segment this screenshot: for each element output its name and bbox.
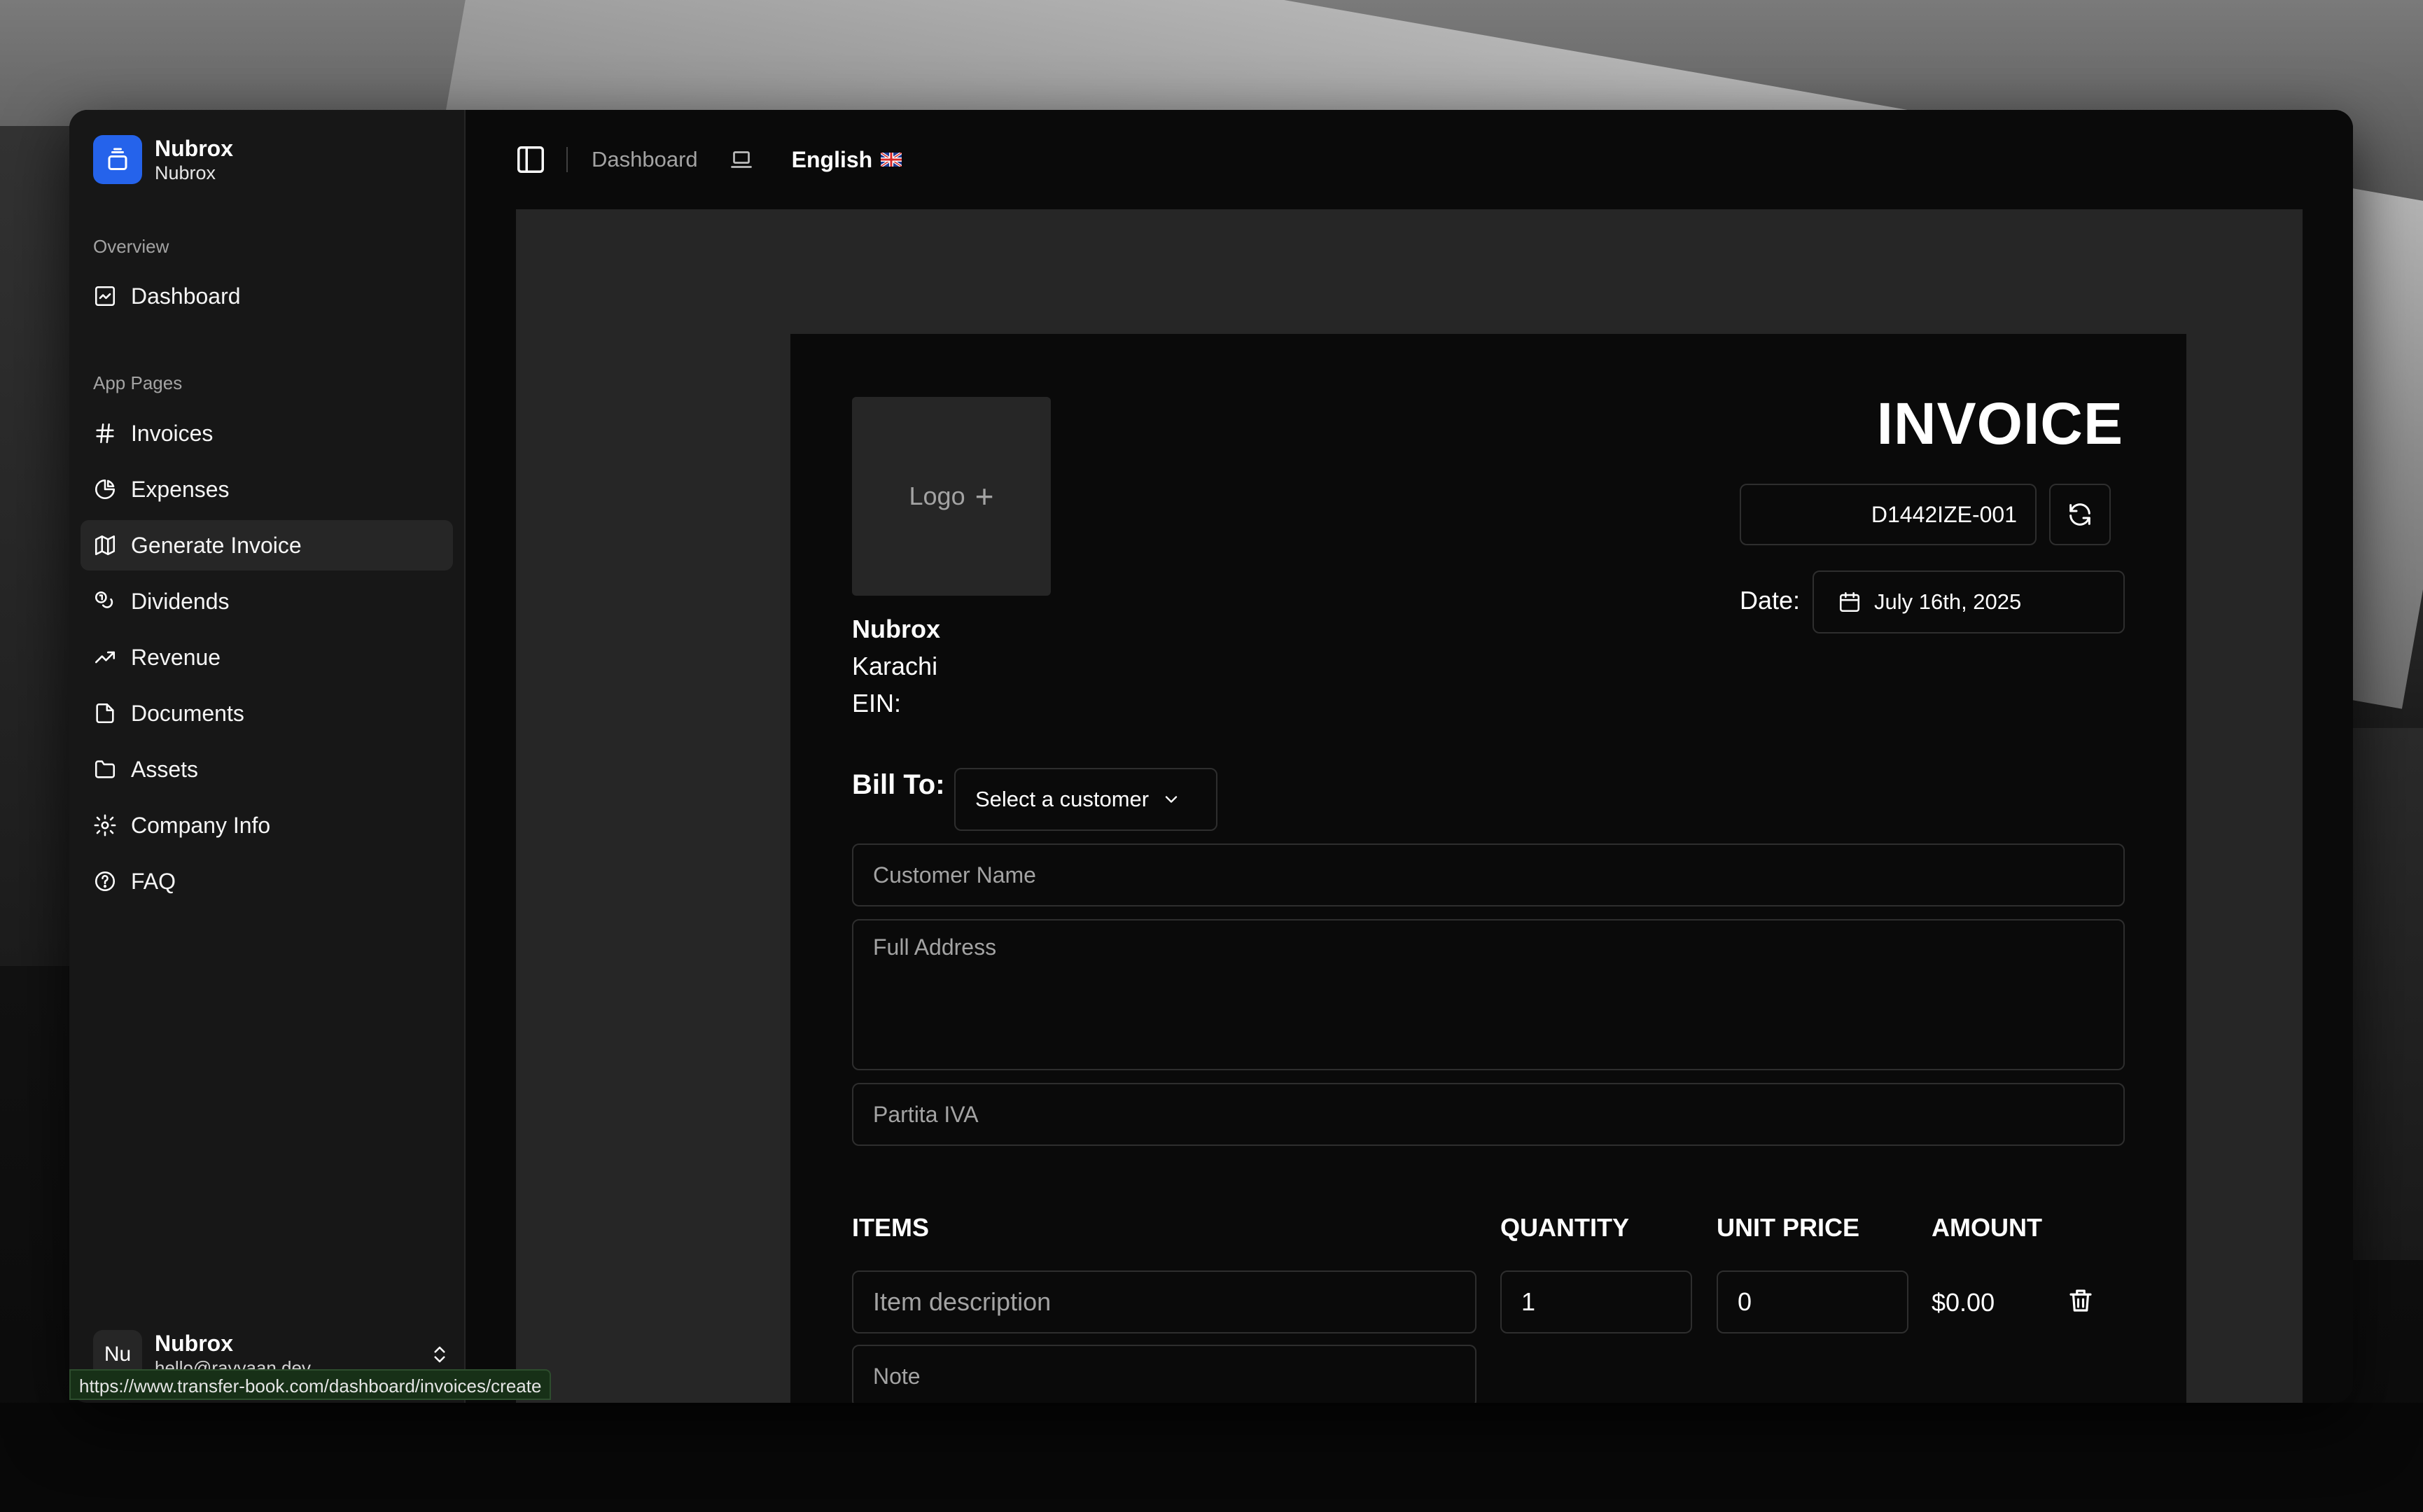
language-selector[interactable]: English <box>792 147 902 173</box>
column-header-amount: AMOUNT <box>1932 1213 2042 1242</box>
sidebar-item-label: FAQ <box>131 868 176 894</box>
date-value: July 16th, 2025 <box>1874 589 2022 614</box>
sidebar-item-dashboard[interactable]: Dashboard <box>81 271 453 321</box>
sidebar-item-label: Invoices <box>131 420 214 446</box>
language-label: English <box>791 146 873 172</box>
logo-upload-button[interactable]: Logo + <box>852 397 1051 596</box>
company-details: Nubrox Karachi EIN: <box>852 610 940 722</box>
logo-label: Logo <box>909 482 965 510</box>
plus-icon: + <box>975 478 994 514</box>
vat-number-input[interactable] <box>852 1083 2125 1146</box>
unit-price-input[interactable] <box>1717 1270 1908 1334</box>
sidebar-item-label: Generate Invoice <box>131 532 302 558</box>
dashboard-icon <box>95 286 116 307</box>
item-note-input[interactable] <box>852 1345 1476 1403</box>
sidebar: Nubrox Nubrox Overview Dashboard App Pag… <box>69 110 466 1403</box>
sidebar-item-label: Expenses <box>131 476 230 502</box>
refresh-icon <box>2069 503 2090 526</box>
map-icon <box>95 535 116 556</box>
app-window: Nubrox Nubrox Overview Dashboard App Pag… <box>69 110 2353 1403</box>
company-name: Nubrox <box>852 615 940 643</box>
sidebar-item-invoices[interactable]: Invoices <box>81 408 453 458</box>
sidebar-item-dividends[interactable]: Dividends <box>81 576 453 626</box>
customer-select[interactable]: Select a customer <box>954 768 1217 831</box>
section-label-app-pages: App Pages <box>93 372 183 393</box>
sidebar-item-assets[interactable]: Assets <box>81 744 453 794</box>
sidebar-item-documents[interactable]: Documents <box>81 688 453 738</box>
user-name: Nubrox <box>155 1331 233 1356</box>
date-picker-button[interactable]: July 16th, 2025 <box>1813 570 2125 634</box>
sidebar-item-faq[interactable]: FAQ <box>81 856 453 906</box>
company-ein: EIN: <box>852 689 902 718</box>
breadcrumb[interactable]: Dashboard <box>592 147 698 172</box>
line-amount: $0.00 <box>1932 1288 1995 1317</box>
sidebar-item-label: Assets <box>131 756 199 782</box>
sidebar-item-label: Dashboard <box>131 283 241 309</box>
column-header-unit-price: UNIT PRICE <box>1717 1213 1860 1242</box>
sidebar-item-label: Revenue <box>131 644 221 670</box>
invoice-number-field[interactable]: D1442IZE-001 <box>1740 484 2037 545</box>
topbar: Dashboard English <box>466 110 2353 209</box>
sidebar-item-label: Documents <box>131 700 244 726</box>
column-header-items: ITEMS <box>852 1213 930 1242</box>
uk-flag-icon <box>881 153 902 167</box>
full-address-input[interactable] <box>852 919 2125 1070</box>
gear-icon <box>94 814 116 836</box>
sidebar-item-generate-invoice[interactable]: Generate Invoice <box>81 520 453 570</box>
pie-chart-icon <box>95 479 116 500</box>
customer-select-label: Select a customer <box>975 787 1150 811</box>
date-label: Date: <box>1740 586 1801 615</box>
column-header-quantity: QUANTITY <box>1500 1213 1629 1242</box>
main-content: Dashboard English Logo + Nubrox Karachi … <box>466 110 2353 1403</box>
desktop-bottom <box>0 1403 2423 1512</box>
sidebar-item-label: Dividends <box>131 588 230 614</box>
status-bar-url: https://www.transfer-book.com/dashboard/… <box>69 1369 552 1400</box>
trash-icon[interactable] <box>2066 1286 2095 1315</box>
sidebar-toggle-icon[interactable] <box>515 144 547 176</box>
section-label-overview: Overview <box>93 236 169 257</box>
item-description-input[interactable] <box>852 1270 1476 1334</box>
file-icon <box>96 703 114 724</box>
laptop-icon[interactable] <box>729 147 754 172</box>
sidebar-item-label: Company Info <box>131 812 271 838</box>
company-city: Karachi <box>852 652 938 680</box>
invoice-canvas: Logo + Nubrox Karachi EIN: INVOICE D1442… <box>516 209 2303 1403</box>
help-circle-icon <box>95 871 116 892</box>
regenerate-number-button[interactable] <box>2049 484 2111 545</box>
coins-icon <box>95 591 113 608</box>
divider <box>566 147 568 172</box>
chevrons-up-down-icon <box>434 1346 445 1363</box>
hash-icon <box>96 423 114 444</box>
bill-to-label: Bill To: <box>852 769 945 800</box>
invoice-paper: Logo + Nubrox Karachi EIN: INVOICE D1442… <box>790 334 2186 1403</box>
chevron-down-icon <box>1165 796 1178 803</box>
brand[interactable]: Nubrox Nubrox <box>93 135 233 184</box>
calendar-icon <box>1839 592 1860 612</box>
brand-name: Nubrox <box>155 136 233 161</box>
sidebar-item-company-info[interactable]: Company Info <box>81 800 453 850</box>
quantity-input[interactable] <box>1500 1270 1692 1334</box>
sidebar-item-expenses[interactable]: Expenses <box>81 464 453 514</box>
brand-subtitle: Nubrox <box>155 162 216 183</box>
folder-icon <box>95 760 116 778</box>
sidebar-item-revenue[interactable]: Revenue <box>81 632 453 682</box>
trending-up-icon <box>95 651 116 664</box>
invoice-title: INVOICE <box>1876 391 2123 456</box>
customer-name-input[interactable] <box>852 844 2125 906</box>
brand-logo-icon <box>93 135 142 184</box>
